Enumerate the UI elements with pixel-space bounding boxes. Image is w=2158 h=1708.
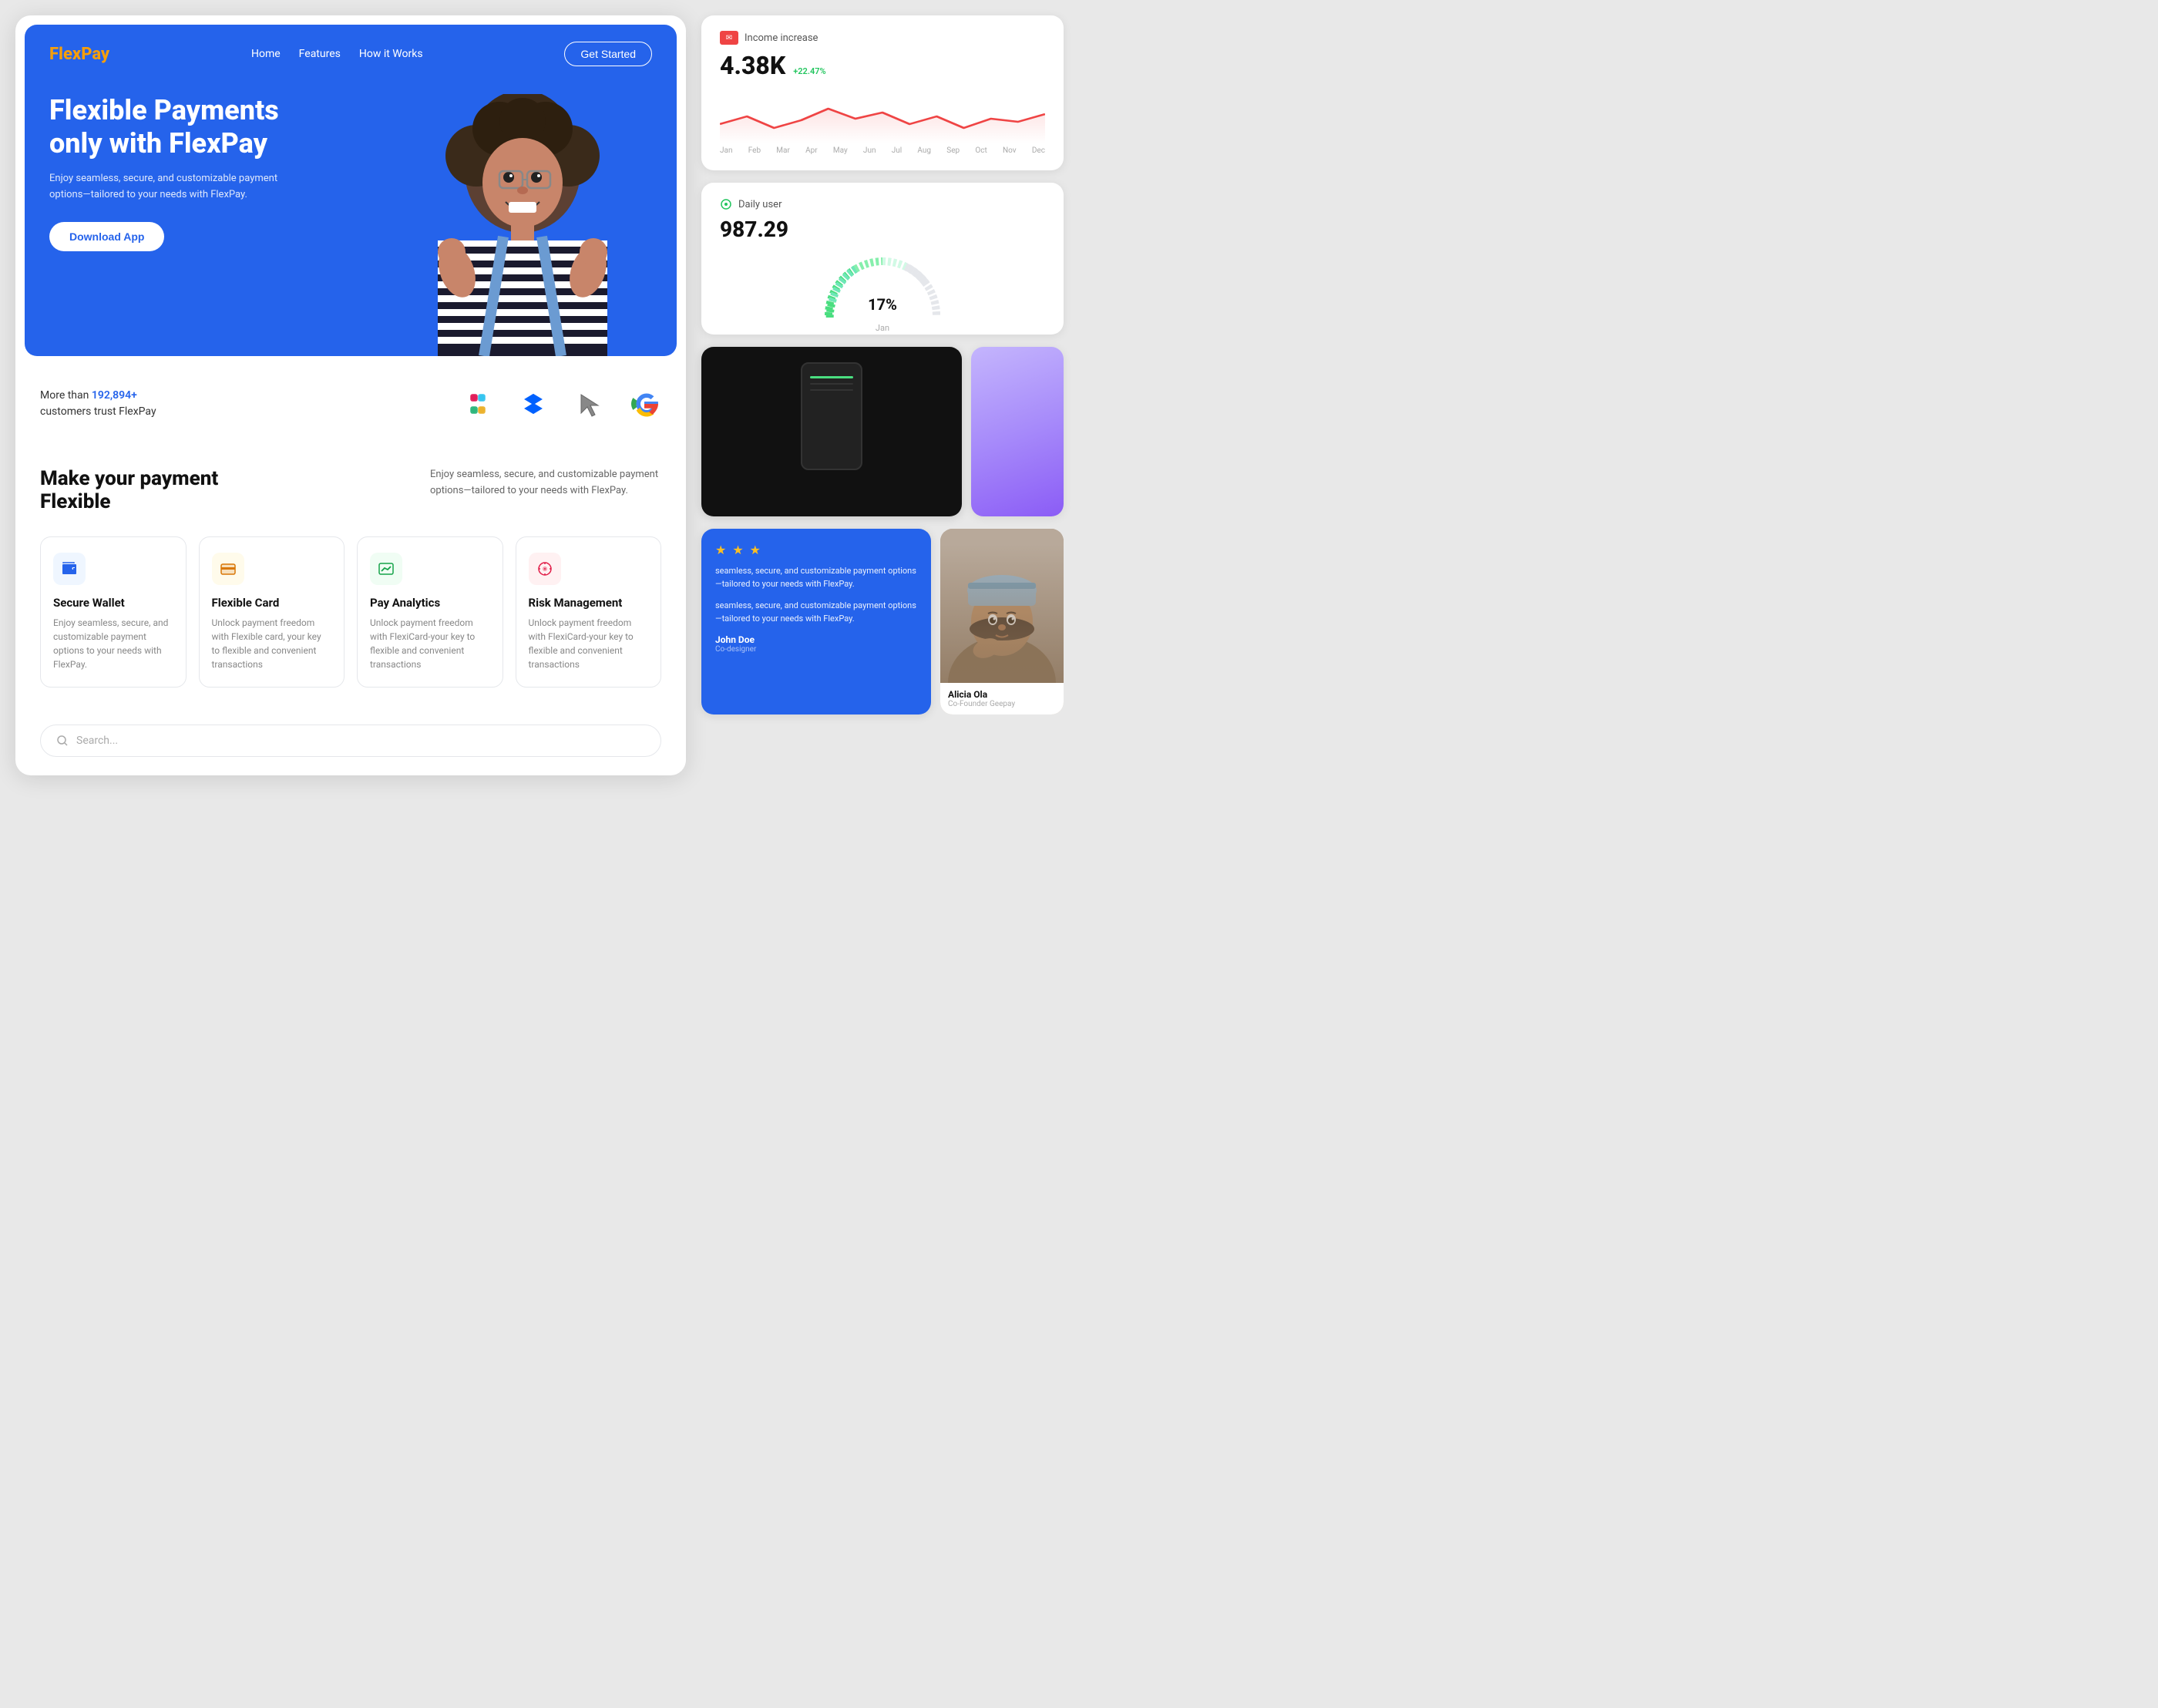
wallet-name: Secure Wallet bbox=[53, 596, 173, 610]
daily-value: 987.29 bbox=[720, 217, 1045, 242]
wallet-icon bbox=[53, 553, 86, 585]
trust-prefix: More than bbox=[40, 389, 89, 402]
download-app-button[interactable]: Download App bbox=[49, 222, 164, 251]
income-card-header: ✉ Income increase bbox=[720, 31, 1045, 45]
card-desc: Unlock payment freedom with Flexible car… bbox=[212, 616, 332, 671]
features-header: Make your payment Flexible Enjoy seamles… bbox=[40, 467, 661, 513]
hero-title: Flexible Payments only with FlexPay bbox=[49, 94, 327, 160]
hero-content: Flexible Payments only with FlexPay Enjo… bbox=[25, 79, 677, 274]
trust-section: More than 192,894+ customers trust FlexPa… bbox=[15, 365, 686, 442]
feature-card-risk: Risk Management Unlock payment freedom w… bbox=[516, 536, 662, 688]
features-desc: Enjoy seamless, secure, and customizable… bbox=[430, 467, 661, 499]
gauge-wrap: 17% Jan bbox=[821, 250, 944, 319]
outer-container: FlexPay Home Features How it Works Get S… bbox=[15, 15, 1064, 775]
nav-home[interactable]: Home bbox=[251, 48, 281, 60]
phone-screen-line3 bbox=[810, 389, 853, 391]
income-value-row: 4.38K +22.47% bbox=[720, 51, 1045, 80]
stars: ★ ★ ★ bbox=[715, 543, 917, 557]
chart-months: Jan Feb Mar Apr May Jun Jul Aug Sep Oct … bbox=[720, 146, 1045, 155]
hero-nav: FlexPay Home Features How it Works Get S… bbox=[25, 25, 677, 79]
risk-name: Risk Management bbox=[529, 596, 649, 610]
trust-text: More than 192,894+ customers trust FlexPa… bbox=[40, 388, 156, 420]
daily-label: Daily user bbox=[738, 199, 782, 210]
person-title: Co-Founder Geepay bbox=[948, 700, 1056, 708]
daily-user-card: Daily user 987.29 bbox=[701, 183, 1064, 335]
income-icon: ✉ bbox=[720, 31, 738, 45]
search-bar-section: Search... bbox=[15, 712, 686, 775]
gauge-svg: 17% bbox=[821, 250, 944, 319]
features-title: Make your payment Flexible bbox=[40, 467, 287, 513]
gauge-container: 17% Jan bbox=[720, 250, 1045, 319]
purple-card bbox=[971, 347, 1064, 516]
phone-screen-line2 bbox=[810, 383, 853, 385]
income-card: ✉ Income increase 4.38K +22.47% bbox=[701, 15, 1064, 170]
testimonial-section: ★ ★ ★ seamless, secure, and customizable… bbox=[701, 529, 1064, 714]
risk-icon bbox=[529, 553, 561, 585]
wallet-desc: Enjoy seamless, secure, and customizable… bbox=[53, 616, 173, 671]
income-value: 4.38K bbox=[720, 51, 785, 80]
phone-card bbox=[701, 347, 962, 516]
hero-section: FlexPay Home Features How it Works Get S… bbox=[25, 25, 677, 356]
search-icon bbox=[56, 735, 69, 747]
logo: FlexPay bbox=[49, 45, 109, 64]
feature-card-wallet: Secure Wallet Enjoy seamless, secure, an… bbox=[40, 536, 187, 688]
search-bar[interactable]: Search... bbox=[40, 725, 661, 757]
hero-subtitle: Enjoy seamless, secure, and customizable… bbox=[49, 171, 288, 203]
testimonial-text-2: seamless, secure, and customizable payme… bbox=[715, 600, 917, 625]
feature-card-card: Flexible Card Unlock payment freedom wit… bbox=[199, 536, 345, 688]
daily-card-header: Daily user bbox=[720, 198, 1045, 210]
google-logo bbox=[627, 387, 661, 421]
testimonial-author-info: John Doe Co-designer bbox=[715, 634, 917, 654]
testimonial-author: John Doe bbox=[715, 634, 917, 645]
main-panel: FlexPay Home Features How it Works Get S… bbox=[15, 15, 686, 775]
testimonial-role: Co-designer bbox=[715, 645, 917, 654]
income-label: Income increase bbox=[745, 32, 818, 44]
nav-links: Home Features How it Works bbox=[251, 48, 423, 60]
testimonial-text-1: seamless, secure, and customizable payme… bbox=[715, 565, 917, 590]
cursor-logo bbox=[572, 387, 606, 421]
features-grid: Secure Wallet Enjoy seamless, secure, an… bbox=[40, 536, 661, 688]
svg-text:17%: 17% bbox=[868, 295, 897, 314]
right-panel: ✉ Income increase 4.38K +22.47% bbox=[701, 15, 1064, 775]
daily-user-icon bbox=[720, 198, 732, 210]
card-name: Flexible Card bbox=[212, 596, 332, 610]
dropbox-logo bbox=[516, 387, 550, 421]
person-name: Alicia Ola bbox=[948, 689, 1056, 700]
person-photo-svg bbox=[940, 529, 1064, 683]
trust-logos bbox=[461, 387, 661, 421]
features-section: Make your payment Flexible Enjoy seamles… bbox=[15, 442, 686, 712]
card-icon bbox=[212, 553, 244, 585]
nav-features[interactable]: Features bbox=[299, 48, 341, 60]
nav-how-it-works[interactable]: How it Works bbox=[359, 48, 423, 60]
phone-screen-line1 bbox=[810, 376, 853, 378]
analytics-desc: Unlock payment freedom with FlexiCard-yo… bbox=[370, 616, 490, 671]
analytics-name: Pay Analytics bbox=[370, 596, 490, 610]
person-photo-bg bbox=[940, 529, 1064, 683]
trust-suffix: customers trust FlexPay bbox=[40, 405, 156, 418]
gauge-label: Jan bbox=[876, 323, 889, 333]
person-photo-card: Alicia Ola Co-Founder Geepay bbox=[940, 529, 1064, 714]
trust-number: 192,894+ bbox=[92, 389, 137, 402]
analytics-icon bbox=[370, 553, 402, 585]
search-placeholder: Search... bbox=[76, 735, 118, 747]
feature-card-analytics: Pay Analytics Unlock payment freedom wit… bbox=[357, 536, 503, 688]
income-change: +22.47% bbox=[793, 66, 825, 76]
income-chart bbox=[720, 89, 1045, 143]
phone-purple-row bbox=[701, 347, 1064, 516]
person-photo-info: Alicia Ola Co-Founder Geepay bbox=[940, 683, 1064, 714]
testimonial-card: ★ ★ ★ seamless, secure, and customizable… bbox=[701, 529, 931, 714]
risk-desc: Unlock payment freedom with FlexiCard-yo… bbox=[529, 616, 649, 671]
phone-screen bbox=[801, 362, 862, 470]
get-started-button[interactable]: Get Started bbox=[564, 42, 652, 66]
slack-logo bbox=[461, 387, 495, 421]
